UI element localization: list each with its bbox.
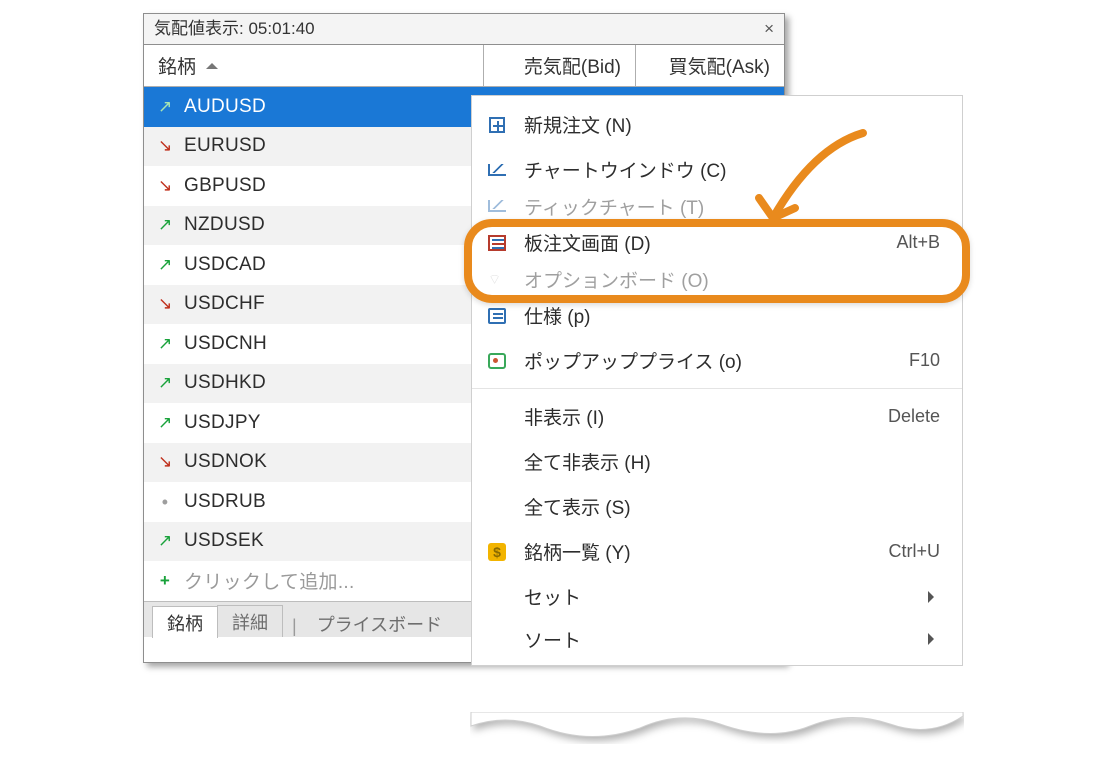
popup-icon — [488, 353, 506, 369]
trend-up-icon: ↗ — [158, 255, 172, 275]
menu-item[interactable]: ポップアッププライス (o) F10 — [472, 338, 962, 383]
dollar-icon: $ — [488, 543, 506, 561]
symbol-name: USDCNH — [184, 333, 267, 355]
menu-item[interactable]: ソート — [472, 619, 962, 659]
tab-symbols[interactable]: 銘柄 — [152, 606, 218, 638]
chart-icon — [488, 200, 506, 212]
torn-edge — [470, 712, 964, 744]
symbol-name: USDJPY — [184, 412, 261, 434]
trend-dn-icon: ↘ — [158, 176, 172, 196]
symbol-name: EURUSD — [184, 135, 266, 157]
menu-label: ポップアッププライス (o) — [524, 347, 893, 374]
menu-shortcut: F10 — [909, 350, 940, 371]
menu-item[interactable]: チャートウインドウ (C) — [472, 147, 962, 192]
trend-up-icon: ↗ — [158, 531, 172, 551]
menu-item[interactable]: 全て非表示 (H) — [472, 439, 962, 484]
symbol-name: USDSEK — [184, 530, 264, 552]
col-ask[interactable]: 買気配(Ask) — [636, 45, 784, 86]
menu-item[interactable]: $ 銘柄一覧 (Y) Ctrl+U — [472, 529, 962, 574]
symbol-name: USDNOK — [184, 451, 267, 473]
tab-priceboard[interactable]: プライスボード — [307, 608, 452, 637]
menu-shortcut: Delete — [888, 406, 940, 427]
chevron-right-icon — [928, 591, 940, 603]
menu-label: 仕様 (p) — [524, 302, 940, 329]
tab-details[interactable]: 詳細 — [217, 605, 283, 637]
menu-label: 銘柄一覧 (Y) — [524, 538, 872, 565]
trend-up-icon: ↗ — [158, 334, 172, 354]
sort-asc-icon — [206, 57, 218, 69]
menu-shortcut: Ctrl+U — [888, 541, 940, 562]
symbol-name: USDRUB — [184, 491, 266, 513]
chevron-right-icon — [928, 633, 940, 645]
symbol-name: USDCHF — [184, 293, 265, 315]
column-header[interactable]: 銘柄 売気配(Bid) 買気配(Ask) — [144, 45, 784, 87]
menu-item[interactable]: ティックチャート (T) — [472, 192, 962, 220]
menu-label: チャートウインドウ (C) — [524, 156, 940, 183]
menu-item[interactable]: 非表示 (I) Delete — [472, 394, 962, 439]
window-titlebar[interactable]: 気配値表示: 05:01:40 × — [144, 14, 784, 45]
col-symbol[interactable]: 銘柄 — [144, 45, 484, 86]
menu-item[interactable]: 新規注文 (N) — [472, 102, 962, 147]
menu-label: ソート — [524, 626, 912, 653]
symbol-name: NZDUSD — [184, 214, 265, 236]
trend-dn-icon: ↘ — [158, 294, 172, 314]
context-menu: 新規注文 (N)チャートウインドウ (C)ティックチャート (T)板注文画面 (… — [471, 95, 963, 666]
trend-up-icon: ↗ — [158, 413, 172, 433]
chart-icon — [488, 164, 506, 176]
plus-icon: + — [158, 571, 172, 591]
highlight-callout — [464, 219, 970, 303]
menu-item[interactable]: セット — [472, 574, 962, 619]
menu-label: 全て表示 (S) — [524, 493, 940, 520]
menu-label: ティックチャート (T) — [524, 193, 940, 220]
trend-up-icon: ↗ — [158, 97, 172, 117]
symbol-name: USDCAD — [184, 254, 266, 276]
menu-label: セット — [524, 583, 912, 610]
spec-icon — [488, 308, 506, 324]
menu-label: 全て非表示 (H) — [524, 448, 940, 475]
symbol-name: USDHKD — [184, 372, 266, 394]
col-bid[interactable]: 売気配(Bid) — [484, 45, 636, 86]
menu-label: 非表示 (I) — [524, 403, 872, 430]
close-icon[interactable]: × — [760, 15, 778, 43]
trend-dn-icon: ↘ — [158, 136, 172, 156]
trend-dot-icon: • — [158, 493, 172, 511]
symbol-name: AUDUSD — [184, 96, 266, 118]
menu-label: 新規注文 (N) — [524, 111, 940, 138]
window-title: 気配値表示: 05:01:40 — [154, 15, 315, 43]
symbol-name: GBPUSD — [184, 175, 266, 197]
trend-up-icon: ↗ — [158, 215, 172, 235]
new-order-icon — [489, 117, 505, 133]
menu-item[interactable]: 全て表示 (S) — [472, 484, 962, 529]
trend-up-icon: ↗ — [158, 373, 172, 393]
trend-dn-icon: ↘ — [158, 452, 172, 472]
